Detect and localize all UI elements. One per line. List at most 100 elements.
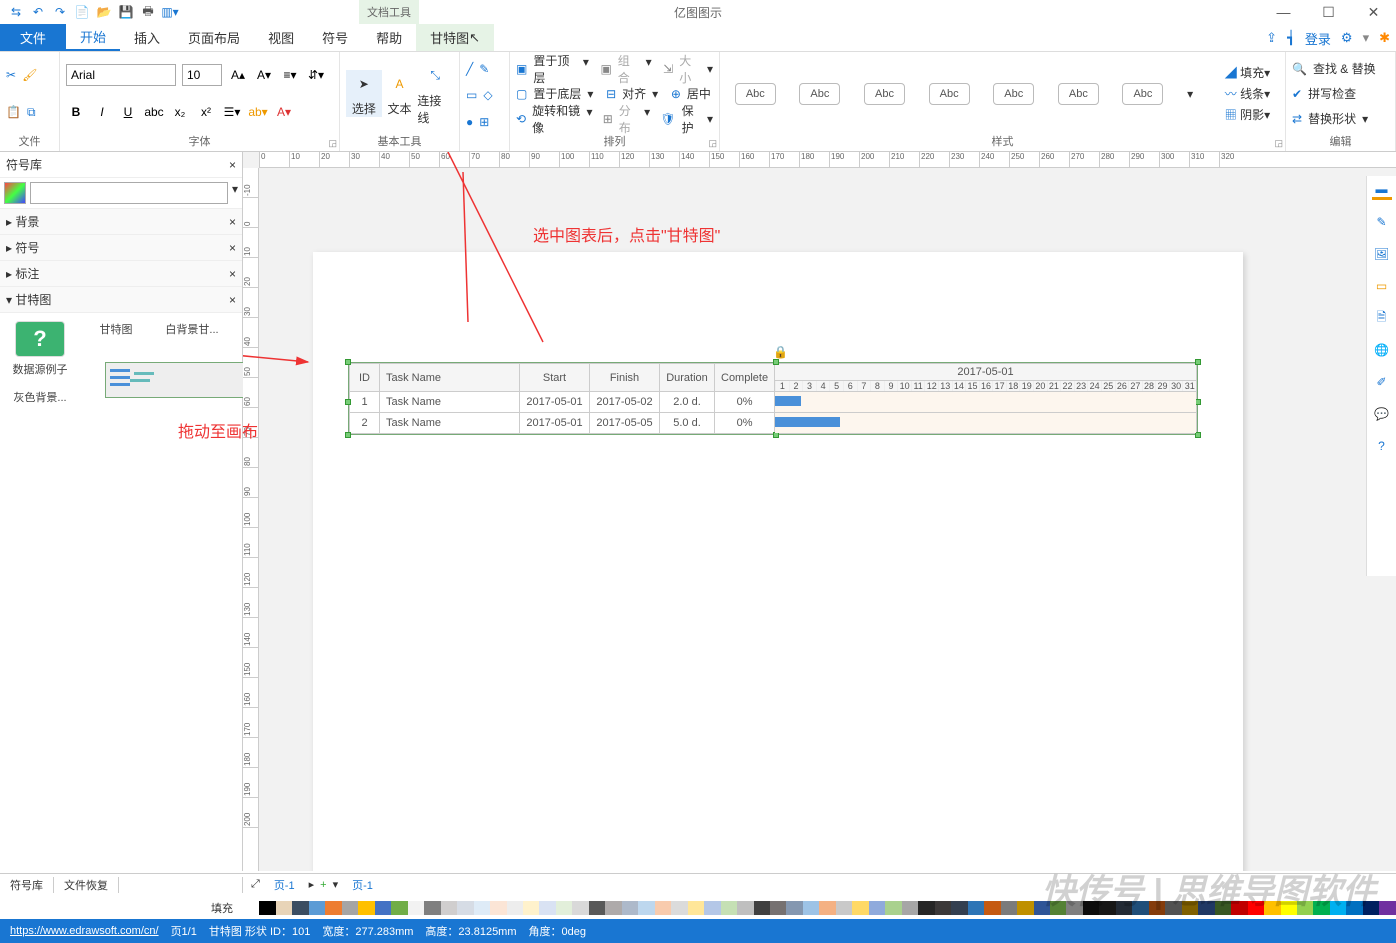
- login-link[interactable]: 登录: [1305, 29, 1331, 48]
- launcher-icon[interactable]: ◲: [708, 138, 717, 149]
- page-tab-dup[interactable]: 页-1: [344, 877, 381, 893]
- style-preset[interactable]: Abc: [929, 83, 970, 105]
- swatch[interactable]: [1165, 901, 1181, 915]
- swatch[interactable]: [1281, 901, 1297, 915]
- swatch[interactable]: [1099, 901, 1115, 915]
- swatch[interactable]: [786, 901, 802, 915]
- swatch[interactable]: [1001, 901, 1017, 915]
- style-preset[interactable]: Abc: [1058, 83, 1099, 105]
- launcher-icon[interactable]: ◲: [1274, 138, 1283, 149]
- color-swatches[interactable]: [243, 901, 1396, 915]
- menu-insert[interactable]: 插入: [120, 24, 174, 51]
- swatch[interactable]: [1346, 901, 1362, 915]
- font-name[interactable]: [66, 64, 176, 86]
- gear-icon[interactable]: ⚙: [1341, 30, 1353, 46]
- front-icon[interactable]: ▣: [516, 62, 527, 76]
- tab-recover[interactable]: 文件恢复: [54, 877, 119, 893]
- menu-home[interactable]: 开始: [66, 24, 120, 51]
- shadow-btn[interactable]: ▦ 阴影▾: [1225, 106, 1270, 123]
- launcher-icon[interactable]: ◲: [328, 138, 337, 149]
- swatch[interactable]: [1132, 901, 1148, 915]
- swatch[interactable]: [770, 901, 786, 915]
- pen-icon[interactable]: ✎: [479, 62, 489, 76]
- style-preset[interactable]: Abc: [735, 83, 776, 105]
- align-btn-icon[interactable]: ⊟: [606, 87, 616, 101]
- text-tool[interactable]: A文本: [382, 70, 418, 117]
- shape-search-input[interactable]: [30, 182, 228, 204]
- edit2-icon[interactable]: ✐: [1372, 372, 1392, 392]
- swatch[interactable]: [622, 901, 638, 915]
- swatch[interactable]: [1379, 901, 1395, 915]
- swatch[interactable]: [1034, 901, 1050, 915]
- swatch[interactable]: [490, 901, 506, 915]
- image-icon[interactable]: 🖼: [1372, 244, 1392, 264]
- back-icon[interactable]: ▢: [516, 87, 527, 101]
- fill-btn[interactable]: ◢ 填充▾: [1225, 64, 1270, 81]
- qat-icon[interactable]: ⇆: [8, 4, 24, 20]
- swatch[interactable]: [704, 901, 720, 915]
- shrink-font-icon[interactable]: A▾: [254, 65, 274, 85]
- swatch[interactable]: [1264, 901, 1280, 915]
- swatch[interactable]: [441, 901, 457, 915]
- expand-icon[interactable]: ⤢: [251, 878, 260, 891]
- menu-view[interactable]: 视图: [254, 24, 308, 51]
- swatch[interactable]: [1248, 901, 1264, 915]
- remove-icon[interactable]: ×: [229, 215, 236, 229]
- shape-item[interactable]: ?数据源例子: [8, 321, 72, 377]
- swatch[interactable]: [424, 901, 440, 915]
- swatch[interactable]: [1313, 901, 1329, 915]
- share-icon[interactable]: ┪: [1287, 30, 1295, 46]
- menu-file[interactable]: 文件: [0, 24, 66, 51]
- style-preset[interactable]: Abc: [799, 83, 840, 105]
- swatch[interactable]: [342, 901, 358, 915]
- swatch[interactable]: [1066, 901, 1082, 915]
- swatch[interactable]: [457, 901, 473, 915]
- swatch[interactable]: [408, 901, 424, 915]
- category-item[interactable]: ▾ 甘特图×: [0, 287, 242, 313]
- redo-icon[interactable]: ↷: [52, 4, 68, 20]
- dropdown-icon[interactable]: ▾: [232, 182, 238, 204]
- tab-library[interactable]: 符号库: [0, 877, 54, 893]
- swatch[interactable]: [1083, 901, 1099, 915]
- line-icon[interactable]: ╱: [466, 62, 473, 76]
- remove-icon[interactable]: ×: [229, 241, 236, 255]
- swatch[interactable]: [836, 901, 852, 915]
- center-icon[interactable]: ⊕: [671, 87, 681, 101]
- size-icon[interactable]: ⇲: [663, 62, 673, 76]
- connector-tool[interactable]: ⤡连接线: [417, 62, 453, 126]
- swatch[interactable]: [309, 901, 325, 915]
- bullets-icon[interactable]: ☰▾: [222, 102, 242, 122]
- swatch[interactable]: [391, 901, 407, 915]
- export-icon[interactable]: ▥▾: [162, 4, 178, 20]
- page-tab[interactable]: 页-1: [266, 877, 303, 893]
- select-tool[interactable]: ➤选择: [346, 70, 382, 117]
- swatch[interactable]: [1330, 901, 1346, 915]
- menu-layout[interactable]: 页面布局: [174, 24, 254, 51]
- swatch[interactable]: [754, 901, 770, 915]
- swatch[interactable]: [572, 901, 588, 915]
- comment-icon[interactable]: 💬: [1372, 404, 1392, 424]
- swatch[interactable]: [474, 901, 490, 915]
- bold-icon[interactable]: B: [66, 102, 86, 122]
- align-icon[interactable]: ≡▾: [280, 65, 300, 85]
- paste-icon[interactable]: 📋: [6, 105, 21, 119]
- find-icon[interactable]: 🔍: [1292, 62, 1307, 76]
- copy-icon[interactable]: ⧉: [27, 105, 36, 120]
- table-row[interactable]: 1Task Name 2017-05-012017-05-02 2.0 d.0%: [350, 392, 1197, 413]
- category-item[interactable]: ▸ 背景×: [0, 209, 242, 235]
- swatch[interactable]: [902, 901, 918, 915]
- print-icon[interactable]: 🖶: [140, 4, 156, 20]
- line-spacing-icon[interactable]: ⇵▾: [306, 65, 326, 85]
- swatch[interactable]: [1363, 901, 1379, 915]
- replace-icon[interactable]: ⇄: [1292, 112, 1302, 126]
- close-icon[interactable]: ✕: [1351, 0, 1396, 24]
- swatch[interactable]: [1215, 901, 1231, 915]
- swatch[interactable]: [721, 901, 737, 915]
- swatch[interactable]: [243, 901, 259, 915]
- swatch[interactable]: [589, 901, 605, 915]
- swatch[interactable]: [1017, 901, 1033, 915]
- swatch[interactable]: [325, 901, 341, 915]
- menu-symbol[interactable]: 符号: [308, 24, 362, 51]
- page-nav-icon[interactable]: ▸: [309, 878, 315, 891]
- rect2-icon[interactable]: ▭: [1372, 276, 1392, 296]
